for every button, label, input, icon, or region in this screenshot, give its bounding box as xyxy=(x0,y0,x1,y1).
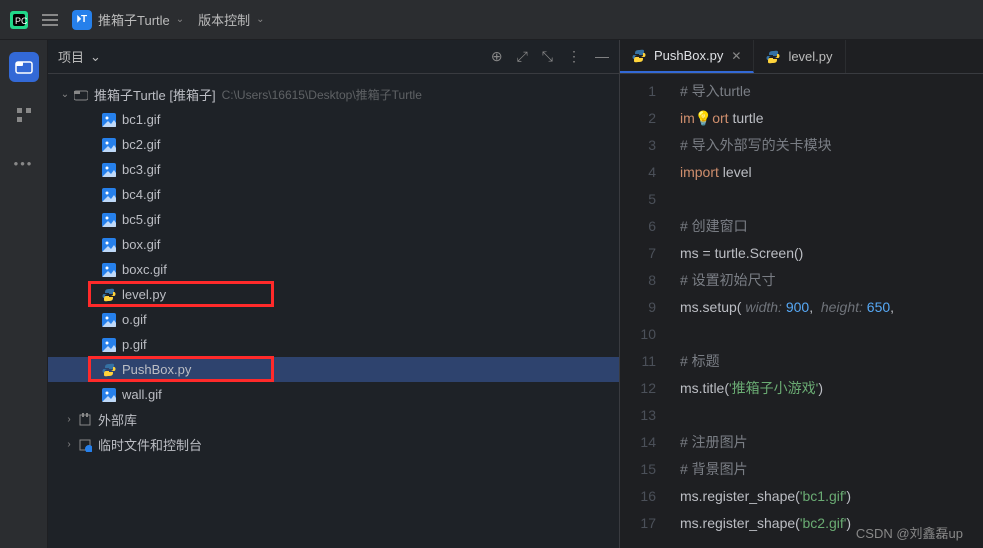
tree-extlib[interactable]: › 外部库 xyxy=(48,407,619,432)
locate-icon[interactable]: ⊕ xyxy=(491,48,503,65)
image-icon xyxy=(100,313,118,327)
python-icon xyxy=(100,288,118,302)
tree-file[interactable]: bc2.gif xyxy=(48,132,619,157)
tree-file[interactable]: bc4.gif xyxy=(48,182,619,207)
file-label: bc4.gif xyxy=(122,187,160,202)
options-icon[interactable]: ⋮ xyxy=(567,48,581,65)
image-icon xyxy=(100,263,118,277)
editor-tabs: PushBox.py ✕ level.py xyxy=(620,40,983,74)
project-panel: 项目 ⌄ ⊕ ⤢ ⤡ ⋮ — ⌄ 推箱子Turtle [推箱子] C:\User… xyxy=(48,40,620,548)
project-badge-icon: 🞂T xyxy=(72,10,92,30)
file-label: bc5.gif xyxy=(122,212,160,227)
code-body[interactable]: # 导入turtle im💡ort turtle # 导入外部写的关卡模块 im… xyxy=(670,74,983,548)
project-panel-title[interactable]: 项目 ⌄ xyxy=(58,47,101,66)
tree-file[interactable]: p.gif xyxy=(48,332,619,357)
tree-file[interactable]: level.py xyxy=(48,282,619,307)
file-label: boxc.gif xyxy=(122,262,167,277)
python-icon xyxy=(632,49,646,63)
hide-icon[interactable]: — xyxy=(595,48,609,65)
vcs-crumb[interactable]: 版本控制 ⌄ xyxy=(198,10,264,29)
image-icon xyxy=(100,188,118,202)
tab-label: level.py xyxy=(788,49,832,64)
image-icon xyxy=(100,138,118,152)
chevron-down-icon: ⌄ xyxy=(176,14,184,25)
file-label: PushBox.py xyxy=(122,362,191,377)
close-icon[interactable]: ✕ xyxy=(731,49,741,63)
file-label: bc3.gif xyxy=(122,162,160,177)
tab-label: PushBox.py xyxy=(654,48,723,63)
file-label: bc2.gif xyxy=(122,137,160,152)
file-label: bc1.gif xyxy=(122,112,160,127)
structure-tool-button[interactable] xyxy=(9,100,39,130)
project-tree[interactable]: ⌄ 推箱子Turtle [推箱子] C:\Users\16615\Desktop… xyxy=(48,74,619,548)
tree-file[interactable]: wall.gif xyxy=(48,382,619,407)
tree-file[interactable]: box.gif xyxy=(48,232,619,257)
file-label: box.gif xyxy=(122,237,160,252)
image-icon xyxy=(100,113,118,127)
file-label: p.gif xyxy=(122,337,147,352)
project-name: 推箱子Turtle xyxy=(98,10,170,29)
project-crumb[interactable]: 🞂T 推箱子Turtle ⌄ xyxy=(72,10,184,30)
chevron-down-icon: ⌄ xyxy=(90,49,101,65)
top-bar: PC 🞂T 推箱子Turtle ⌄ 版本控制 ⌄ xyxy=(0,0,983,40)
chevron-down-icon: ⌄ xyxy=(256,14,264,25)
tree-file[interactable]: bc3.gif xyxy=(48,157,619,182)
project-tool-button[interactable] xyxy=(9,52,39,82)
image-icon xyxy=(100,213,118,227)
expand-icon[interactable]: ⤢ xyxy=(517,48,528,65)
vcs-label: 版本控制 xyxy=(198,10,250,29)
line-gutter: 1234567891011121314151617 xyxy=(620,74,670,548)
editor-tab[interactable]: PushBox.py ✕ xyxy=(620,40,754,73)
python-icon xyxy=(100,363,118,377)
watermark: CSDN @刘鑫磊up xyxy=(856,523,963,542)
collapse-icon[interactable]: ⤡ xyxy=(542,48,553,65)
tree-scratch[interactable]: › 临时文件和控制台 xyxy=(48,432,619,457)
image-icon xyxy=(100,163,118,177)
editor-panel: PushBox.py ✕ level.py 123456789101112131… xyxy=(620,40,983,548)
python-icon xyxy=(766,50,780,64)
svg-text:PC: PC xyxy=(15,16,28,26)
tree-file[interactable]: bc5.gif xyxy=(48,207,619,232)
tree-root[interactable]: ⌄ 推箱子Turtle [推箱子] C:\Users\16615\Desktop… xyxy=(48,82,619,107)
image-icon xyxy=(100,338,118,352)
left-tool-strip: ••• xyxy=(0,40,48,548)
file-label: o.gif xyxy=(122,312,147,327)
tree-file[interactable]: boxc.gif xyxy=(48,257,619,282)
file-label: wall.gif xyxy=(122,387,162,402)
tree-file[interactable]: PushBox.py xyxy=(48,357,619,382)
tree-file[interactable]: bc1.gif xyxy=(48,107,619,132)
app-logo-icon: PC xyxy=(10,11,28,29)
image-icon xyxy=(100,238,118,252)
more-tool-button[interactable]: ••• xyxy=(9,148,39,178)
editor-tab[interactable]: level.py xyxy=(754,40,845,73)
file-label: level.py xyxy=(122,287,166,302)
tree-file[interactable]: o.gif xyxy=(48,307,619,332)
image-icon xyxy=(100,388,118,402)
main-menu-icon[interactable] xyxy=(42,14,58,26)
